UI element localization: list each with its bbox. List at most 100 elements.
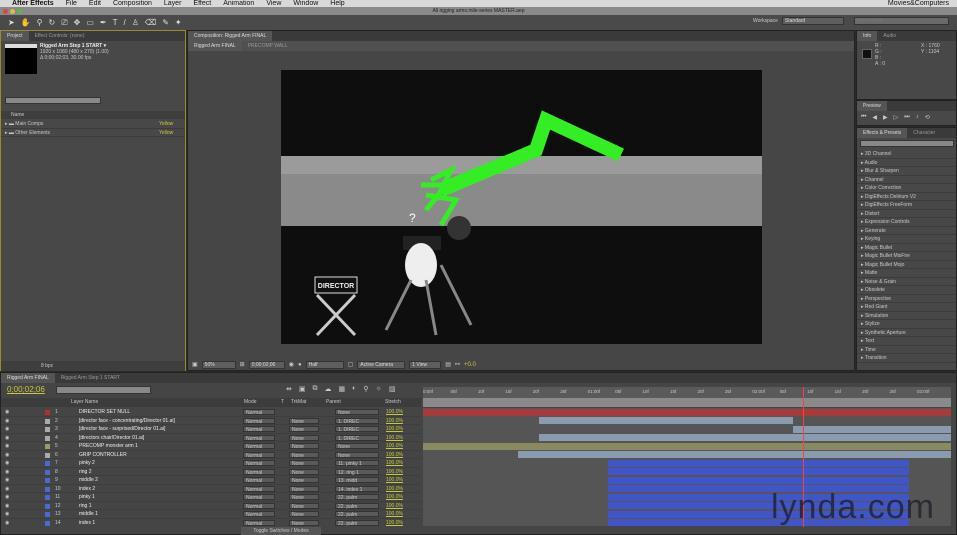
- label-swatch[interactable]: [45, 410, 50, 415]
- layer-name[interactable]: GRIP CONTROLLER: [79, 451, 127, 460]
- label-swatch[interactable]: [45, 486, 50, 492]
- trkmat-select[interactable]: None: [289, 443, 319, 450]
- frame-blending-icon[interactable]: ▦: [339, 385, 346, 393]
- layer-row[interactable]: ◉ 7 pinky 2 Normal None 11. pinky 1 100.0%: [1, 459, 421, 468]
- shy-icon[interactable]: ☁: [325, 385, 332, 393]
- menu-animation[interactable]: Animation: [223, 0, 254, 7]
- trkmat-select[interactable]: None: [289, 426, 319, 433]
- brush-tool-icon[interactable]: /: [124, 18, 126, 27]
- stretch-value[interactable]: 100.0%: [386, 434, 403, 443]
- toggle-switches-modes-button[interactable]: Toggle Switches / Modes: [241, 527, 321, 535]
- layer-name[interactable]: [director face - surprised/Director 01.a…: [79, 425, 165, 434]
- visibility-eye-icon[interactable]: ◉: [5, 502, 9, 511]
- effect-category[interactable]: ▸ Noise & Grain: [857, 278, 956, 286]
- parent-select[interactable]: 22. palm: [335, 511, 379, 518]
- play-icon[interactable]: ▶: [883, 114, 888, 121]
- flowchart-icon[interactable]: ⚯: [455, 361, 460, 368]
- layer-name[interactable]: [directors chair/Director 01.ai]: [79, 434, 144, 443]
- blend-mode-select[interactable]: Normal: [243, 485, 275, 493]
- trkmat-select[interactable]: None: [289, 434, 319, 442]
- last-frame-icon[interactable]: ⏭: [904, 114, 909, 121]
- menu-user[interactable]: Movies&Computers: [888, 0, 949, 7]
- menu-effect[interactable]: Effect: [193, 0, 211, 7]
- layer-row[interactable]: ◉ 10 index 2 Normal None 14. index 1 100.0%: [1, 485, 421, 494]
- blend-mode-select[interactable]: Normal: [243, 451, 275, 459]
- label-swatch[interactable]: [45, 461, 50, 466]
- search-help-input[interactable]: [853, 17, 949, 25]
- parent-select[interactable]: 1. DIREC: [335, 426, 379, 433]
- menu-view[interactable]: View: [266, 0, 281, 7]
- trkmat-select[interactable]: None: [289, 485, 319, 493]
- effect-category[interactable]: ▸ 3D Channel: [857, 150, 956, 159]
- parent-select[interactable]: None: [335, 451, 379, 459]
- tab-info[interactable]: Info: [857, 31, 878, 41]
- tab-character[interactable]: Character: [907, 128, 941, 138]
- menu-layer[interactable]: Layer: [164, 0, 182, 7]
- rectangle-tool-icon[interactable]: ▭: [86, 18, 94, 27]
- blend-mode-select[interactable]: Normal: [243, 502, 275, 510]
- snapshot-icon[interactable]: ◉: [289, 361, 294, 368]
- tab-composition[interactable]: Composition: Rigged Arm FINAL: [188, 31, 273, 41]
- pen-tool-icon[interactable]: ✒: [100, 18, 107, 27]
- trkmat-select[interactable]: None: [289, 502, 319, 510]
- layer-name[interactable]: middle 2: [79, 476, 98, 485]
- visibility-eye-icon[interactable]: ◉: [5, 459, 9, 468]
- layer-name[interactable]: DIRECTOR SET NULL: [79, 408, 130, 417]
- layer-duration-bar[interactable]: [607, 468, 909, 475]
- tab-timeline-rigged-arm-final[interactable]: Rigged Arm FINAL: [1, 373, 55, 383]
- stretch-value[interactable]: 100.0%: [386, 408, 403, 417]
- layer-duration-bar[interactable]: [607, 476, 909, 484]
- effect-category[interactable]: ▸ DigiEffects Delirium V2: [857, 193, 956, 201]
- label-swatch[interactable]: [45, 520, 50, 526]
- layer-name[interactable]: PRECOMP monster arm 1: [79, 442, 138, 451]
- effect-category[interactable]: ▸ Red Giant: [857, 303, 956, 312]
- layer-row[interactable]: ◉ 4 [directors chair/Director 01.ai] Normal…: [1, 434, 421, 443]
- effect-category[interactable]: ▸ Expression Controls: [857, 218, 956, 227]
- parent-select[interactable]: 1. DIREC: [335, 417, 379, 425]
- effect-category[interactable]: ▸ Magic Bullet MisFire: [857, 252, 956, 261]
- time-ruler[interactable]: 0:00f 05f 10f 15f 20f 25f 01:00f 05f 10f 15f 20f 25…: [423, 387, 951, 398]
- effect-category[interactable]: ▸ Stylize: [857, 320, 956, 329]
- draft-3d-icon[interactable]: ⧉: [313, 385, 318, 393]
- stretch-value[interactable]: 100.0%: [386, 510, 403, 519]
- label-color[interactable]: Yellow: [159, 129, 173, 138]
- tab-effect-controls[interactable]: Effect Controls: (none): [29, 31, 91, 41]
- layer-row[interactable]: ◉ 1 DIRECTOR SET NULL Normal None 100.0%: [1, 408, 421, 417]
- layer-name[interactable]: pinky 1: [79, 493, 95, 502]
- effect-category[interactable]: ▸ Channel: [857, 176, 956, 184]
- effect-category[interactable]: ▸ Perspective: [857, 295, 956, 303]
- eraser-tool-icon[interactable]: ⌫: [145, 18, 156, 27]
- effect-category[interactable]: ▸ Simulation: [857, 312, 956, 320]
- subtab-rigged-arm-final[interactable]: Rigged Arm FINAL: [188, 41, 242, 51]
- resolution-select[interactable]: Half: [305, 360, 344, 369]
- visibility-eye-icon[interactable]: ◉: [5, 451, 9, 460]
- effect-category[interactable]: ▸ Matte: [857, 269, 956, 278]
- header-mode[interactable]: Mode: [244, 398, 257, 407]
- effect-category[interactable]: ▸ Generate: [857, 227, 956, 235]
- tab-timeline-step1[interactable]: Rigged Arm Step 1 START: [55, 373, 126, 383]
- current-time[interactable]: 0;00;02;06: [248, 360, 285, 369]
- visibility-eye-icon[interactable]: ◉: [5, 519, 9, 527]
- parent-select[interactable]: 11. pinky 1: [335, 460, 379, 467]
- layer-row[interactable]: ◉ 13 middle 1 Normal None 22. palm 100.0%: [1, 510, 421, 519]
- layer-name[interactable]: index 1: [79, 519, 95, 527]
- visibility-eye-icon[interactable]: ◉: [5, 476, 9, 485]
- visibility-eye-icon[interactable]: ◉: [5, 425, 9, 434]
- label-swatch[interactable]: [45, 435, 50, 441]
- layer-row[interactable]: ◉ 9 middle 2 Normal None 13. midd 100.0%: [1, 476, 421, 485]
- layer-row[interactable]: ◉ 8 ring 2 Normal None 12. ring 1 100.0%: [1, 468, 421, 476]
- visibility-eye-icon[interactable]: ◉: [5, 485, 9, 494]
- effect-category[interactable]: ▸ Audio: [857, 159, 956, 167]
- magnification-select[interactable]: 50%: [201, 360, 236, 369]
- layer-duration-bar[interactable]: [423, 408, 951, 416]
- region-icon[interactable]: ▢: [348, 361, 354, 368]
- subtab-precomp-wall[interactable]: PRECOMP WALL: [242, 41, 294, 51]
- parent-select[interactable]: 22. palm: [335, 494, 379, 501]
- first-frame-icon[interactable]: ⏮: [861, 114, 866, 121]
- puppet-tool-icon[interactable]: ✦: [175, 18, 182, 27]
- tab-preview[interactable]: Preview: [857, 101, 887, 111]
- header-stretch[interactable]: Stretch: [385, 398, 401, 407]
- blend-mode-select[interactable]: Normal: [243, 434, 275, 442]
- menu-edit[interactable]: Edit: [89, 0, 101, 7]
- parent-select[interactable]: None: [335, 409, 379, 416]
